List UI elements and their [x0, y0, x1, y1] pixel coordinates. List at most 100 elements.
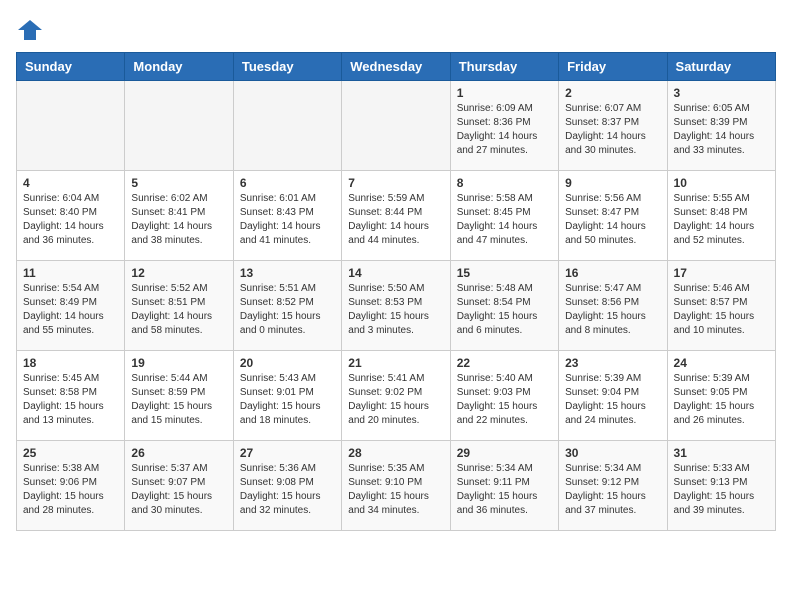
day-number: 30	[565, 446, 660, 460]
calendar-cell: 16 Sunrise: 5:47 AM Sunset: 8:56 PM Dayli…	[559, 261, 667, 351]
calendar-header: Sunday Monday Tuesday Wednesday Thursday…	[17, 53, 776, 81]
calendar-cell	[17, 81, 125, 171]
day-number: 16	[565, 266, 660, 280]
day-info: Sunrise: 6:07 AM Sunset: 8:37 PM Dayligh…	[565, 102, 660, 158]
day-info: Sunrise: 5:46 AM Sunset: 8:57 PM Dayligh…	[674, 282, 769, 338]
logo	[16, 16, 48, 44]
calendar-cell: 5 Sunrise: 6:02 AM Sunset: 8:41 PM Daylig…	[125, 171, 233, 261]
day-number: 20	[240, 356, 335, 370]
calendar-cell: 31 Sunrise: 5:33 AM Sunset: 9:13 PM Dayli…	[667, 441, 775, 531]
day-number: 6	[240, 176, 335, 190]
day-number: 28	[348, 446, 443, 460]
day-number: 3	[674, 86, 769, 100]
day-number: 18	[23, 356, 118, 370]
day-info: Sunrise: 5:40 AM Sunset: 9:03 PM Dayligh…	[457, 372, 552, 428]
header-row: Sunday Monday Tuesday Wednesday Thursday…	[17, 53, 776, 81]
header-thursday: Thursday	[450, 53, 558, 81]
day-info: Sunrise: 6:09 AM Sunset: 8:36 PM Dayligh…	[457, 102, 552, 158]
calendar-cell: 11 Sunrise: 5:54 AM Sunset: 8:49 PM Dayli…	[17, 261, 125, 351]
day-info: Sunrise: 6:02 AM Sunset: 8:41 PM Dayligh…	[131, 192, 226, 248]
calendar-cell: 22Sunrise: 5:40 AM Sunset: 9:03 PM Dayli…	[450, 351, 558, 441]
day-info: Sunrise: 5:51 AM Sunset: 8:52 PM Dayligh…	[240, 282, 335, 338]
calendar-cell: 3 Sunrise: 6:05 AM Sunset: 8:39 PM Daylig…	[667, 81, 775, 171]
calendar-cell: 15 Sunrise: 5:48 AM Sunset: 8:54 PM Dayli…	[450, 261, 558, 351]
day-number: 2	[565, 86, 660, 100]
calendar-cell: 17Sunrise: 5:46 AM Sunset: 8:57 PM Dayli…	[667, 261, 775, 351]
day-info: Sunrise: 5:43 AM Sunset: 9:01 PM Dayligh…	[240, 372, 335, 428]
day-number: 23	[565, 356, 660, 370]
day-info: Sunrise: 5:50 AM Sunset: 8:53 PM Dayligh…	[348, 282, 443, 338]
day-number: 31	[674, 446, 769, 460]
calendar-cell: 28 Sunrise: 5:35 AM Sunset: 9:10 PM Dayli…	[342, 441, 450, 531]
day-info: Sunrise: 5:39 AM Sunset: 9:05 PM Dayligh…	[674, 372, 769, 428]
day-info: Sunrise: 5:48 AM Sunset: 8:54 PM Dayligh…	[457, 282, 552, 338]
calendar-cell: 20 Sunrise: 5:43 AM Sunset: 9:01 PM Dayli…	[233, 351, 341, 441]
day-number: 14	[348, 266, 443, 280]
calendar-week-row: 1 Sunrise: 6:09 AM Sunset: 8:36 PM Daylig…	[17, 81, 776, 171]
calendar-cell: 29 Sunrise: 5:34 AM Sunset: 9:11 PM Dayli…	[450, 441, 558, 531]
calendar-cell: 23 Sunrise: 5:39 AM Sunset: 9:04 PM Dayli…	[559, 351, 667, 441]
day-info: Sunrise: 5:34 AM Sunset: 9:11 PM Dayligh…	[457, 462, 552, 518]
calendar-cell: 26Sunrise: 5:37 AM Sunset: 9:07 PM Dayli…	[125, 441, 233, 531]
header-tuesday: Tuesday	[233, 53, 341, 81]
day-info: Sunrise: 5:54 AM Sunset: 8:49 PM Dayligh…	[23, 282, 118, 338]
calendar-cell: 8Sunrise: 5:58 AM Sunset: 8:45 PM Daylig…	[450, 171, 558, 261]
calendar-cell	[125, 81, 233, 171]
calendar-body: 1 Sunrise: 6:09 AM Sunset: 8:36 PM Daylig…	[17, 81, 776, 531]
page-header	[16, 16, 776, 44]
day-info: Sunrise: 5:33 AM Sunset: 9:13 PM Dayligh…	[674, 462, 769, 518]
day-number: 29	[457, 446, 552, 460]
calendar-cell: 24 Sunrise: 5:39 AM Sunset: 9:05 PM Dayli…	[667, 351, 775, 441]
day-number: 24	[674, 356, 769, 370]
header-friday: Friday	[559, 53, 667, 81]
day-info: Sunrise: 6:01 AM Sunset: 8:43 PM Dayligh…	[240, 192, 335, 248]
day-number: 27	[240, 446, 335, 460]
calendar-cell: 2 Sunrise: 6:07 AM Sunset: 8:37 PM Daylig…	[559, 81, 667, 171]
day-info: Sunrise: 5:35 AM Sunset: 9:10 PM Dayligh…	[348, 462, 443, 518]
day-number: 26	[131, 446, 226, 460]
calendar-cell: 9 Sunrise: 5:56 AM Sunset: 8:47 PM Daylig…	[559, 171, 667, 261]
day-info: Sunrise: 5:41 AM Sunset: 9:02 PM Dayligh…	[348, 372, 443, 428]
calendar-cell: 18 Sunrise: 5:45 AM Sunset: 8:58 PM Dayli…	[17, 351, 125, 441]
day-number: 9	[565, 176, 660, 190]
day-number: 10	[674, 176, 769, 190]
day-info: Sunrise: 5:38 AM Sunset: 9:06 PM Dayligh…	[23, 462, 118, 518]
calendar-cell: 19Sunrise: 5:44 AM Sunset: 8:59 PM Dayli…	[125, 351, 233, 441]
day-info: Sunrise: 5:58 AM Sunset: 8:45 PM Dayligh…	[457, 192, 552, 248]
calendar-cell: 4 Sunrise: 6:04 AM Sunset: 8:40 PM Daylig…	[17, 171, 125, 261]
day-info: Sunrise: 5:59 AM Sunset: 8:44 PM Dayligh…	[348, 192, 443, 248]
day-info: Sunrise: 5:45 AM Sunset: 8:58 PM Dayligh…	[23, 372, 118, 428]
day-info: Sunrise: 6:05 AM Sunset: 8:39 PM Dayligh…	[674, 102, 769, 158]
day-number: 13	[240, 266, 335, 280]
day-info: Sunrise: 5:36 AM Sunset: 9:08 PM Dayligh…	[240, 462, 335, 518]
calendar-cell: 14 Sunrise: 5:50 AM Sunset: 8:53 PM Dayli…	[342, 261, 450, 351]
calendar-week-row: 25 Sunrise: 5:38 AM Sunset: 9:06 PM Dayli…	[17, 441, 776, 531]
day-info: Sunrise: 5:34 AM Sunset: 9:12 PM Dayligh…	[565, 462, 660, 518]
calendar-cell: 27 Sunrise: 5:36 AM Sunset: 9:08 PM Dayli…	[233, 441, 341, 531]
calendar-cell	[233, 81, 341, 171]
day-info: Sunrise: 5:39 AM Sunset: 9:04 PM Dayligh…	[565, 372, 660, 428]
day-info: Sunrise: 6:04 AM Sunset: 8:40 PM Dayligh…	[23, 192, 118, 248]
header-sunday: Sunday	[17, 53, 125, 81]
day-number: 21	[348, 356, 443, 370]
calendar-cell: 13 Sunrise: 5:51 AM Sunset: 8:52 PM Dayli…	[233, 261, 341, 351]
calendar-cell: 1 Sunrise: 6:09 AM Sunset: 8:36 PM Daylig…	[450, 81, 558, 171]
calendar-week-row: 18 Sunrise: 5:45 AM Sunset: 8:58 PM Dayli…	[17, 351, 776, 441]
day-info: Sunrise: 5:56 AM Sunset: 8:47 PM Dayligh…	[565, 192, 660, 248]
calendar-cell: 12Sunrise: 5:52 AM Sunset: 8:51 PM Dayli…	[125, 261, 233, 351]
calendar-cell: 25 Sunrise: 5:38 AM Sunset: 9:06 PM Dayli…	[17, 441, 125, 531]
day-number: 19	[131, 356, 226, 370]
day-info: Sunrise: 5:47 AM Sunset: 8:56 PM Dayligh…	[565, 282, 660, 338]
calendar-cell: 21 Sunrise: 5:41 AM Sunset: 9:02 PM Dayli…	[342, 351, 450, 441]
day-number: 11	[23, 266, 118, 280]
day-number: 25	[23, 446, 118, 460]
day-number: 5	[131, 176, 226, 190]
day-number: 1	[457, 86, 552, 100]
header-monday: Monday	[125, 53, 233, 81]
calendar-cell: 6 Sunrise: 6:01 AM Sunset: 8:43 PM Daylig…	[233, 171, 341, 261]
logo-icon	[16, 16, 44, 44]
calendar-week-row: 11 Sunrise: 5:54 AM Sunset: 8:49 PM Dayli…	[17, 261, 776, 351]
calendar-table: Sunday Monday Tuesday Wednesday Thursday…	[16, 52, 776, 531]
day-number: 4	[23, 176, 118, 190]
day-number: 15	[457, 266, 552, 280]
